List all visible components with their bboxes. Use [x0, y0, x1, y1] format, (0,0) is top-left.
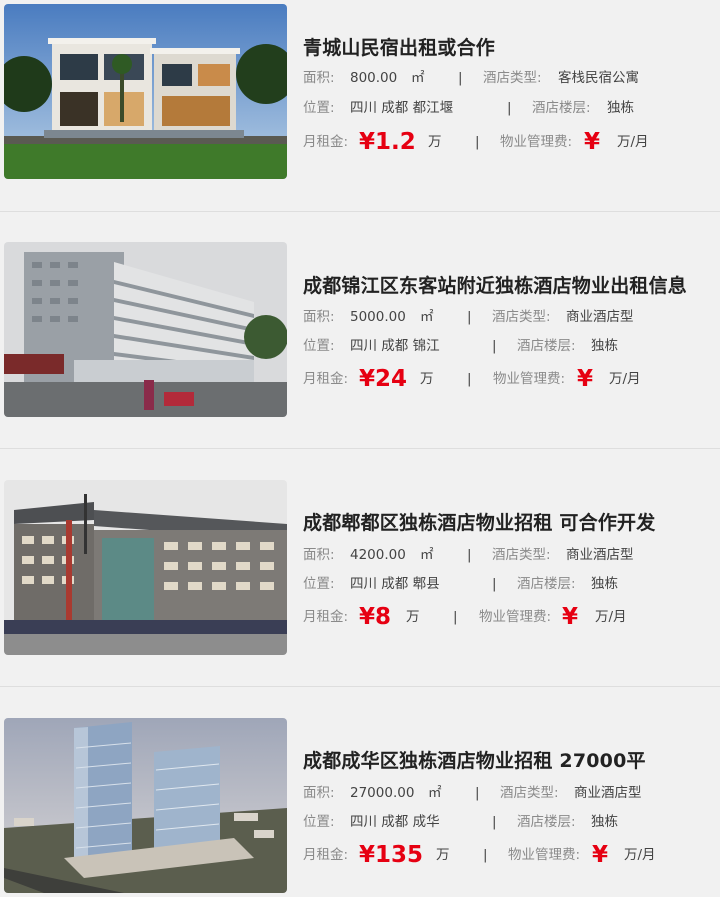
listing-list: 青城山民宿出租或合作 面积: 800.00 ㎡ | 酒店类型: 客栈民宿公寓 位…	[0, 0, 720, 897]
floors-label: 酒店楼层:	[517, 576, 576, 592]
rent-label: 月租金:	[303, 134, 349, 150]
rent-label: 月租金:	[303, 609, 349, 625]
area-value: 27000.00	[350, 785, 415, 801]
mgmt-fee-currency: ¥	[584, 129, 601, 155]
location-label: 位置:	[303, 576, 335, 592]
separator: |	[467, 547, 472, 563]
floors-label: 酒店楼层:	[517, 338, 576, 354]
street-hotel-photo-image	[4, 480, 287, 655]
separator: |	[492, 576, 497, 592]
mgmt-fee-label: 物业管理费:	[500, 134, 573, 150]
rent-unit: 万	[420, 371, 434, 387]
mgmt-fee-currency: ¥	[562, 604, 579, 630]
hotel-type-label: 酒店类型:	[492, 547, 551, 563]
area-label: 面积:	[303, 785, 335, 801]
listing-photo-hotel[interactable]	[4, 242, 287, 417]
area-value: 5000.00	[350, 309, 406, 325]
separator: |	[492, 814, 497, 830]
rent-price: ¥135	[359, 842, 424, 868]
separator: |	[453, 609, 458, 625]
listing-title[interactable]: 成都郫都区独栋酒店物业招租 可合作开发	[303, 508, 655, 535]
mgmt-fee-unit: 万/月	[595, 609, 627, 625]
location-label: 位置:	[303, 338, 335, 354]
location-value: 四川 成都 都江堰	[350, 100, 454, 116]
separator: |	[475, 785, 480, 801]
location-value: 四川 成都 郫县	[350, 576, 440, 592]
rent-unit: 万	[406, 609, 420, 625]
rent-label: 月租金:	[303, 847, 349, 863]
area-value: 4200.00	[350, 547, 406, 563]
mgmt-fee-label: 物业管理费:	[493, 371, 566, 387]
listing-photo-street-hotel[interactable]	[4, 480, 287, 655]
floors-value: 独栋	[591, 338, 618, 354]
rent-price: ¥8	[359, 604, 392, 630]
separator: |	[483, 847, 488, 863]
location-label: 位置:	[303, 100, 335, 116]
rent-price: ¥24	[359, 366, 408, 392]
area-unit: ㎡	[420, 309, 434, 325]
listing-photo-villa[interactable]	[4, 4, 287, 179]
rent-unit: 万	[436, 847, 450, 863]
separator: |	[467, 309, 472, 325]
area-value: 800.00	[350, 70, 398, 86]
hotel-type-value: 商业酒店型	[566, 547, 634, 563]
separator: |	[467, 371, 472, 387]
location-label: 位置:	[303, 814, 335, 830]
separator: |	[492, 338, 497, 354]
listing-title[interactable]: 成都成华区独栋酒店物业招租 27000平	[303, 746, 646, 773]
floors-value: 独栋	[591, 814, 618, 830]
separator: |	[458, 70, 463, 86]
separator: |	[475, 134, 480, 150]
area-unit: ㎡	[420, 547, 434, 563]
location-value: 四川 成都 锦江	[350, 338, 440, 354]
floors-label: 酒店楼层:	[517, 814, 576, 830]
listing-title[interactable]: 成都锦江区东客站附近独栋酒店物业出租信息	[303, 271, 687, 298]
listing-title[interactable]: 青城山民宿出租或合作	[303, 33, 495, 60]
hotel-type-value: 商业酒店型	[574, 785, 642, 801]
mgmt-fee-currency: ¥	[577, 366, 594, 392]
hotel-type-value: 客栈民宿公寓	[558, 70, 639, 86]
floors-label: 酒店楼层:	[532, 100, 591, 116]
area-label: 面积:	[303, 309, 335, 325]
rent-unit: 万	[428, 134, 442, 150]
separator: |	[507, 100, 512, 116]
mgmt-fee-unit: 万/月	[617, 134, 649, 150]
rent-label: 月租金:	[303, 371, 349, 387]
location-value: 四川 成都 成华	[350, 814, 440, 830]
mgmt-fee-unit: 万/月	[609, 371, 641, 387]
floors-value: 独栋	[607, 100, 634, 116]
mgmt-fee-unit: 万/月	[624, 847, 656, 863]
area-label: 面积:	[303, 547, 335, 563]
listing-card[interactable]: 成都锦江区东客站附近独栋酒店物业出租信息 面积: 5000.00 ㎡ | 酒店类…	[0, 212, 720, 449]
area-unit: ㎡	[411, 70, 425, 86]
mgmt-fee-label: 物业管理费:	[479, 609, 552, 625]
hotel-type-label: 酒店类型:	[500, 785, 559, 801]
mgmt-fee-currency: ¥	[592, 842, 609, 868]
area-label: 面积:	[303, 70, 335, 86]
highrise-rendering-photo-image	[4, 718, 287, 893]
area-unit: ㎡	[428, 785, 442, 801]
hotel-type-label: 酒店类型:	[492, 309, 551, 325]
hotel-type-value: 商业酒店型	[566, 309, 634, 325]
mgmt-fee-label: 物业管理费:	[508, 847, 581, 863]
hotel-type-label: 酒店类型:	[483, 70, 542, 86]
listing-card[interactable]: 成都郫都区独栋酒店物业招租 可合作开发 面积: 4200.00 ㎡ | 酒店类型…	[0, 449, 720, 687]
villa-photo-image	[4, 4, 287, 179]
listing-card[interactable]: 成都成华区独栋酒店物业招租 27000平 面积: 27000.00 ㎡ | 酒店…	[0, 687, 720, 897]
listing-card[interactable]: 青城山民宿出租或合作 面积: 800.00 ㎡ | 酒店类型: 客栈民宿公寓 位…	[0, 0, 720, 212]
listing-photo-highrise[interactable]	[4, 718, 287, 893]
hotel-building-photo-image	[4, 242, 287, 417]
floors-value: 独栋	[591, 576, 618, 592]
rent-price: ¥1.2	[359, 129, 416, 155]
